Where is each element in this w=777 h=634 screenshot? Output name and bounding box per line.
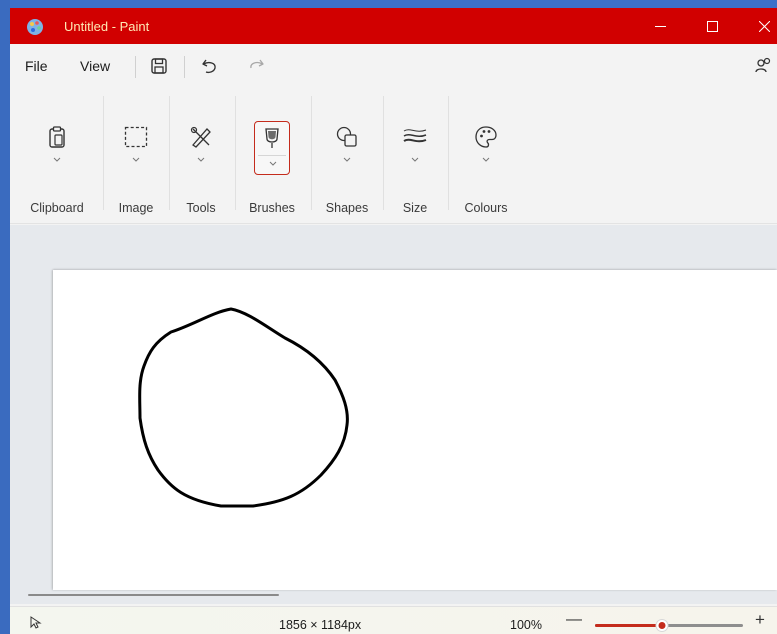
zoom-out-button[interactable]: — xyxy=(566,611,582,629)
cursor-position-icon xyxy=(30,616,42,629)
zoom-slider-thumb[interactable] xyxy=(655,619,669,632)
colours-group[interactable]: Colours xyxy=(453,94,519,215)
chevron-down-icon xyxy=(132,157,140,162)
group-divider xyxy=(311,96,312,210)
chevron-down-icon xyxy=(53,157,61,162)
ribbon-toolbar: Clipboard Image Tools Brushes Shapes Siz… xyxy=(10,90,777,224)
zoom-in-button[interactable]: + xyxy=(755,610,765,630)
horizontal-scrollbar[interactable] xyxy=(28,594,279,596)
undo-icon[interactable] xyxy=(200,56,220,76)
minimize-icon xyxy=(654,25,666,27)
menu-divider xyxy=(135,56,136,78)
canvas-dimensions: 1856 × 1184px xyxy=(279,618,362,632)
freehand-drawing xyxy=(138,307,349,508)
tools-group[interactable]: Tools xyxy=(174,94,228,215)
menu-divider xyxy=(184,56,185,78)
tools-icon xyxy=(190,126,211,148)
window-title: Untitled - Paint xyxy=(64,19,150,34)
ribbon-group-label: Shapes xyxy=(325,201,369,215)
drawing-canvas[interactable] xyxy=(53,270,777,590)
image-group[interactable]: Image xyxy=(108,94,164,215)
ribbon-group-label: Colours xyxy=(464,201,508,215)
shapes-icon xyxy=(336,126,357,147)
size-icon xyxy=(403,129,427,143)
zoom-slider-fill xyxy=(595,624,662,627)
ribbon-group-label: Clipboard xyxy=(30,201,84,215)
status-bar: 1856 × 1184px 100% — + xyxy=(10,606,777,634)
brushes-group[interactable]: Brushes xyxy=(240,94,304,215)
ribbon-group-label: Tools xyxy=(186,201,216,215)
maximize-button[interactable] xyxy=(689,8,735,44)
menu-bar: File View xyxy=(10,44,777,90)
brushes-button-selected[interactable] xyxy=(254,121,290,175)
chevron-down-icon xyxy=(269,161,277,166)
ribbon-group-label: Image xyxy=(118,201,154,215)
canvas-workspace xyxy=(10,225,777,604)
group-divider xyxy=(235,96,236,210)
group-divider xyxy=(103,96,104,210)
chevron-down-icon xyxy=(482,157,490,162)
paint-app-icon xyxy=(27,19,43,35)
chevron-down-icon xyxy=(411,157,419,162)
zoom-slider[interactable] xyxy=(595,619,743,632)
brush-icon xyxy=(265,128,279,148)
group-divider xyxy=(383,96,384,210)
clipboard-icon xyxy=(49,126,65,148)
selection-icon xyxy=(124,126,148,148)
chevron-down-icon xyxy=(343,157,351,162)
zoom-percentage[interactable]: 100% xyxy=(510,618,542,632)
shapes-group[interactable]: Shapes xyxy=(316,94,378,215)
ribbon-group-label: Size xyxy=(402,201,428,215)
file-menu[interactable]: File xyxy=(25,58,48,74)
view-menu[interactable]: View xyxy=(80,58,110,74)
clipboard-group[interactable]: Clipboard xyxy=(18,94,96,215)
chevron-down-icon xyxy=(197,157,205,162)
minimize-button[interactable] xyxy=(637,8,683,44)
group-divider xyxy=(169,96,170,210)
desktop-background xyxy=(0,0,777,8)
save-icon[interactable] xyxy=(149,56,169,76)
close-button[interactable] xyxy=(741,8,777,44)
redo-icon[interactable] xyxy=(246,56,266,76)
maximize-icon xyxy=(706,20,718,32)
group-divider xyxy=(448,96,449,210)
ribbon-group-label: Brushes xyxy=(249,201,295,215)
title-bar[interactable]: Untitled - Paint xyxy=(10,8,777,44)
account-icon[interactable] xyxy=(753,56,773,76)
palette-icon xyxy=(475,126,497,148)
paint-window: Untitled - Paint File View Clipboard Ima… xyxy=(10,8,777,634)
close-icon xyxy=(758,20,770,32)
desktop-edge xyxy=(0,0,10,634)
size-group[interactable]: Size xyxy=(388,94,442,215)
brush-button-divider xyxy=(258,155,286,156)
